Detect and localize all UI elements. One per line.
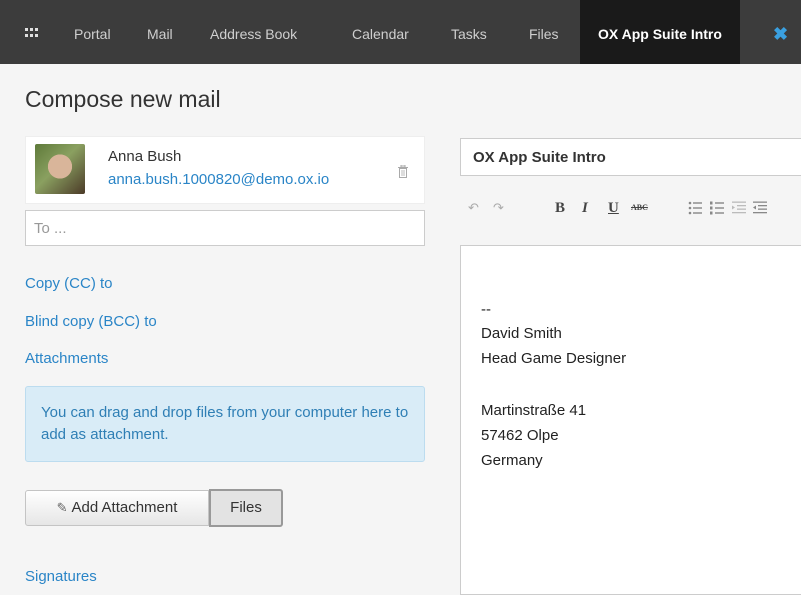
add-attachment-button[interactable]: ✎ Add Attachment <box>25 490 209 526</box>
close-icon[interactable]: ✖ <box>773 0 788 64</box>
signature-country: Germany <box>481 452 543 469</box>
signature-role: Head Game Designer <box>481 350 627 367</box>
add-attachment-label: Add Attachment <box>71 499 178 516</box>
files-button[interactable]: Files <box>209 489 283 527</box>
signatures-link[interactable]: Signatures <box>25 568 97 585</box>
apps-grid-icon[interactable] <box>25 28 38 37</box>
to-input[interactable] <box>25 210 425 246</box>
paperclip-icon: ✎ <box>56 500 68 515</box>
sender-name: Anna Bush <box>108 148 182 165</box>
bcc-link[interactable]: Blind copy (BCC) to <box>25 313 157 330</box>
numbered-list-icon[interactable] <box>710 201 724 215</box>
signature-street: Martinstraße 41 <box>481 402 587 419</box>
undo-button[interactable]: ↶ <box>468 188 479 228</box>
tab-ox-app-suite-intro[interactable]: OX App Suite Intro <box>580 0 740 64</box>
attachments-link[interactable]: Attachments <box>25 350 108 367</box>
tab-tasks[interactable]: Tasks <box>451 0 487 64</box>
redo-button[interactable]: ↷ <box>493 188 504 228</box>
editor-toolbar: ↶ ↷ B I U ABC <box>460 188 801 228</box>
attachment-drop-zone[interactable]: You can drag and drop files from your co… <box>25 386 425 462</box>
signature-city: 57462 Olpe <box>481 427 559 444</box>
drop-zone-text: You can drag and drop files from your co… <box>41 404 409 443</box>
strikethrough-button[interactable]: ABC <box>631 188 648 228</box>
tab-address-book[interactable]: Address Book <box>210 0 297 64</box>
trash-icon[interactable] <box>398 165 408 178</box>
bullet-list-icon[interactable] <box>688 201 702 215</box>
avatar <box>35 144 85 194</box>
bold-button[interactable]: B <box>555 188 565 228</box>
signature-separator: -- <box>481 301 491 318</box>
message-editor[interactable]: -- David Smith Head Game Designer Martin… <box>460 245 801 595</box>
subject-input[interactable] <box>460 138 801 176</box>
tab-files[interactable]: Files <box>529 0 559 64</box>
indent-icon[interactable] <box>753 201 767 215</box>
page-title: Compose new mail <box>25 86 221 112</box>
cc-link[interactable]: Copy (CC) to <box>25 275 113 292</box>
sender-card: Anna Bush anna.bush.1000820@demo.ox.io <box>25 136 425 204</box>
sender-email[interactable]: anna.bush.1000820@demo.ox.io <box>108 171 329 188</box>
top-nav-bar: Portal Mail Address Book Calendar Tasks … <box>0 0 801 64</box>
underline-button[interactable]: U <box>608 188 619 228</box>
signature-name: David Smith <box>481 325 562 342</box>
tab-mail[interactable]: Mail <box>147 0 173 64</box>
tab-portal[interactable]: Portal <box>74 0 111 64</box>
italic-button[interactable]: I <box>582 188 588 228</box>
tab-calendar[interactable]: Calendar <box>352 0 409 64</box>
outdent-icon[interactable] <box>732 201 746 215</box>
